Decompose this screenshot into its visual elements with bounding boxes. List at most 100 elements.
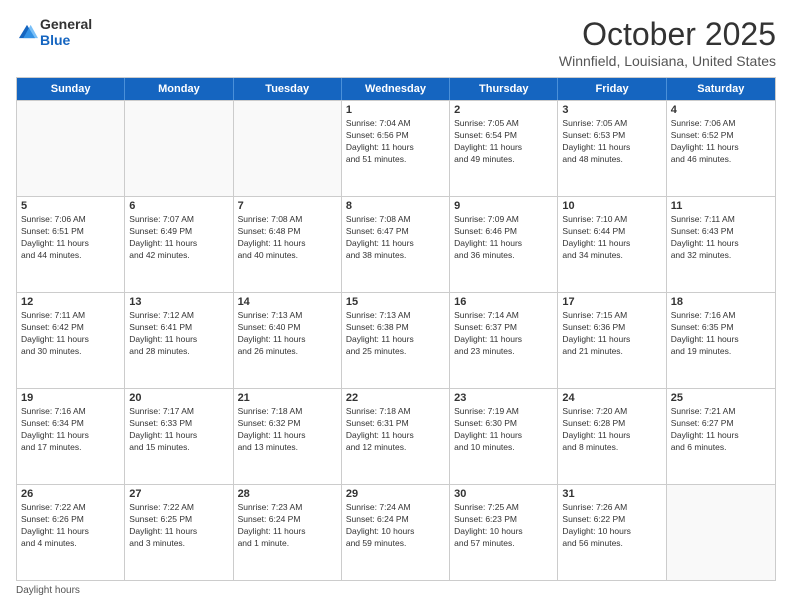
day-number: 8 bbox=[346, 200, 445, 212]
location: Winnfield, Louisiana, United States bbox=[559, 53, 776, 69]
day-info: Sunrise: 7:11 AM Sunset: 6:43 PM Dayligh… bbox=[671, 214, 771, 262]
calendar-day-18: 18 Sunrise: 7:16 AM Sunset: 6:35 PM Dayli… bbox=[667, 293, 775, 388]
calendar-empty-cell bbox=[125, 101, 233, 196]
day-info: Sunrise: 7:19 AM Sunset: 6:30 PM Dayligh… bbox=[454, 406, 553, 454]
day-info: Sunrise: 7:05 AM Sunset: 6:54 PM Dayligh… bbox=[454, 118, 553, 166]
day-number: 28 bbox=[238, 488, 337, 500]
day-number: 13 bbox=[129, 296, 228, 308]
calendar-day-14: 14Sunrise: 7:13 AM Sunset: 6:40 PM Dayli… bbox=[234, 293, 342, 388]
day-number: 27 bbox=[129, 488, 228, 500]
calendar-empty-cell bbox=[234, 101, 342, 196]
logo-blue-text: Blue bbox=[40, 32, 92, 48]
day-info: Sunrise: 7:13 AM Sunset: 6:38 PM Dayligh… bbox=[346, 310, 445, 358]
day-number: 11 bbox=[671, 200, 771, 212]
day-number: 5 bbox=[21, 200, 120, 212]
day-number: 30 bbox=[454, 488, 553, 500]
day-info: Sunrise: 7:15 AM Sunset: 6:36 PM Dayligh… bbox=[562, 310, 661, 358]
calendar-day-8: 8 Sunrise: 7:08 AM Sunset: 6:47 PM Daylig… bbox=[342, 197, 450, 292]
calendar-day-30: 30 Sunrise: 7:25 AM Sunset: 6:23 PM Dayli… bbox=[450, 485, 558, 580]
day-info: Sunrise: 7:06 AM Sunset: 6:52 PM Dayligh… bbox=[671, 118, 771, 166]
day-info: Sunrise: 7:18 AM Sunset: 6:32 PM Dayligh… bbox=[238, 406, 337, 454]
day-number: 20 bbox=[129, 392, 228, 404]
calendar-week-4: 19Sunrise: 7:16 AM Sunset: 6:34 PM Dayli… bbox=[17, 388, 775, 484]
day-number: 2 bbox=[454, 104, 553, 116]
day-info: Sunrise: 7:22 AM Sunset: 6:26 PM Dayligh… bbox=[21, 502, 120, 550]
day-number: 23 bbox=[454, 392, 553, 404]
calendar-day-13: 13 Sunrise: 7:12 AM Sunset: 6:41 PM Dayli… bbox=[125, 293, 233, 388]
day-info: Sunrise: 7:21 AM Sunset: 6:27 PM Dayligh… bbox=[671, 406, 771, 454]
calendar-empty-cell bbox=[17, 101, 125, 196]
day-number: 21 bbox=[238, 392, 337, 404]
day-number: 10 bbox=[562, 200, 661, 212]
day-number: 9 bbox=[454, 200, 553, 212]
day-info: Sunrise: 7:07 AM Sunset: 6:49 PM Dayligh… bbox=[129, 214, 228, 262]
calendar-week-3: 12Sunrise: 7:11 AM Sunset: 6:42 PM Dayli… bbox=[17, 292, 775, 388]
logo-icon bbox=[16, 22, 38, 44]
day-info: Sunrise: 7:05 AM Sunset: 6:53 PM Dayligh… bbox=[562, 118, 661, 166]
logo: General Blue bbox=[16, 16, 92, 48]
day-info: Sunrise: 7:06 AM Sunset: 6:51 PM Dayligh… bbox=[21, 214, 120, 262]
day-info: Sunrise: 7:04 AM Sunset: 6:56 PM Dayligh… bbox=[346, 118, 445, 166]
day-info: Sunrise: 7:08 AM Sunset: 6:48 PM Dayligh… bbox=[238, 214, 337, 262]
calendar-day-5: 5 Sunrise: 7:06 AM Sunset: 6:51 PM Daylig… bbox=[17, 197, 125, 292]
day-info: Sunrise: 7:20 AM Sunset: 6:28 PM Dayligh… bbox=[562, 406, 661, 454]
day-number: 1 bbox=[346, 104, 445, 116]
calendar-day-9: 9 Sunrise: 7:09 AM Sunset: 6:46 PM Daylig… bbox=[450, 197, 558, 292]
calendar-day-24: 24 Sunrise: 7:20 AM Sunset: 6:28 PM Dayli… bbox=[558, 389, 666, 484]
day-number: 25 bbox=[671, 392, 771, 404]
footer-note: Daylight hours bbox=[16, 585, 776, 596]
calendar-day-27: 27Sunrise: 7:22 AM Sunset: 6:25 PM Dayli… bbox=[125, 485, 233, 580]
calendar-week-1: 1 Sunrise: 7:04 AM Sunset: 6:56 PM Daylig… bbox=[17, 100, 775, 196]
calendar-day-20: 20Sunrise: 7:17 AM Sunset: 6:33 PM Dayli… bbox=[125, 389, 233, 484]
day-number: 16 bbox=[454, 296, 553, 308]
day-info: Sunrise: 7:18 AM Sunset: 6:31 PM Dayligh… bbox=[346, 406, 445, 454]
calendar-day-3: 3 Sunrise: 7:05 AM Sunset: 6:53 PM Daylig… bbox=[558, 101, 666, 196]
day-number: 3 bbox=[562, 104, 661, 116]
calendar-day-17: 17Sunrise: 7:15 AM Sunset: 6:36 PM Dayli… bbox=[558, 293, 666, 388]
day-info: Sunrise: 7:09 AM Sunset: 6:46 PM Dayligh… bbox=[454, 214, 553, 262]
day-number: 29 bbox=[346, 488, 445, 500]
calendar-day-6: 6Sunrise: 7:07 AM Sunset: 6:49 PM Daylig… bbox=[125, 197, 233, 292]
day-info: Sunrise: 7:10 AM Sunset: 6:44 PM Dayligh… bbox=[562, 214, 661, 262]
day-info: Sunrise: 7:14 AM Sunset: 6:37 PM Dayligh… bbox=[454, 310, 553, 358]
day-number: 7 bbox=[238, 200, 337, 212]
calendar-day-19: 19Sunrise: 7:16 AM Sunset: 6:34 PM Dayli… bbox=[17, 389, 125, 484]
day-of-week-monday: Monday bbox=[125, 78, 233, 100]
calendar-day-10: 10 Sunrise: 7:10 AM Sunset: 6:44 PM Dayli… bbox=[558, 197, 666, 292]
day-of-week-friday: Friday bbox=[558, 78, 666, 100]
calendar-day-15: 15 Sunrise: 7:13 AM Sunset: 6:38 PM Dayli… bbox=[342, 293, 450, 388]
calendar-week-2: 5 Sunrise: 7:06 AM Sunset: 6:51 PM Daylig… bbox=[17, 196, 775, 292]
calendar-day-29: 29 Sunrise: 7:24 AM Sunset: 6:24 PM Dayli… bbox=[342, 485, 450, 580]
day-of-week-wednesday: Wednesday bbox=[342, 78, 450, 100]
day-number: 18 bbox=[671, 296, 771, 308]
day-number: 24 bbox=[562, 392, 661, 404]
day-number: 14 bbox=[238, 296, 337, 308]
calendar: SundayMondayTuesdayWednesdayThursdayFrid… bbox=[16, 77, 776, 581]
day-info: Sunrise: 7:23 AM Sunset: 6:24 PM Dayligh… bbox=[238, 502, 337, 550]
calendar-day-23: 23 Sunrise: 7:19 AM Sunset: 6:30 PM Dayli… bbox=[450, 389, 558, 484]
calendar-day-25: 25 Sunrise: 7:21 AM Sunset: 6:27 PM Dayli… bbox=[667, 389, 775, 484]
day-info: Sunrise: 7:08 AM Sunset: 6:47 PM Dayligh… bbox=[346, 214, 445, 262]
calendar-day-4: 4Sunrise: 7:06 AM Sunset: 6:52 PM Daylig… bbox=[667, 101, 775, 196]
day-number: 31 bbox=[562, 488, 661, 500]
day-number: 26 bbox=[21, 488, 120, 500]
day-info: Sunrise: 7:24 AM Sunset: 6:24 PM Dayligh… bbox=[346, 502, 445, 550]
day-number: 15 bbox=[346, 296, 445, 308]
day-info: Sunrise: 7:12 AM Sunset: 6:41 PM Dayligh… bbox=[129, 310, 228, 358]
calendar-day-31: 31Sunrise: 7:26 AM Sunset: 6:22 PM Dayli… bbox=[558, 485, 666, 580]
calendar-day-12: 12Sunrise: 7:11 AM Sunset: 6:42 PM Dayli… bbox=[17, 293, 125, 388]
day-number: 12 bbox=[21, 296, 120, 308]
day-of-week-tuesday: Tuesday bbox=[234, 78, 342, 100]
day-info: Sunrise: 7:25 AM Sunset: 6:23 PM Dayligh… bbox=[454, 502, 553, 550]
calendar-day-26: 26 Sunrise: 7:22 AM Sunset: 6:26 PM Dayli… bbox=[17, 485, 125, 580]
calendar-day-21: 21 Sunrise: 7:18 AM Sunset: 6:32 PM Dayli… bbox=[234, 389, 342, 484]
day-number: 22 bbox=[346, 392, 445, 404]
day-info: Sunrise: 7:16 AM Sunset: 6:35 PM Dayligh… bbox=[671, 310, 771, 358]
calendar-day-1: 1 Sunrise: 7:04 AM Sunset: 6:56 PM Daylig… bbox=[342, 101, 450, 196]
calendar-header: SundayMondayTuesdayWednesdayThursdayFrid… bbox=[17, 78, 775, 100]
logo-general-text: General bbox=[40, 16, 92, 32]
calendar-day-22: 22 Sunrise: 7:18 AM Sunset: 6:31 PM Dayli… bbox=[342, 389, 450, 484]
day-of-week-sunday: Sunday bbox=[17, 78, 125, 100]
calendar-day-16: 16 Sunrise: 7:14 AM Sunset: 6:37 PM Dayli… bbox=[450, 293, 558, 388]
calendar-body: 1 Sunrise: 7:04 AM Sunset: 6:56 PM Daylig… bbox=[17, 100, 775, 580]
